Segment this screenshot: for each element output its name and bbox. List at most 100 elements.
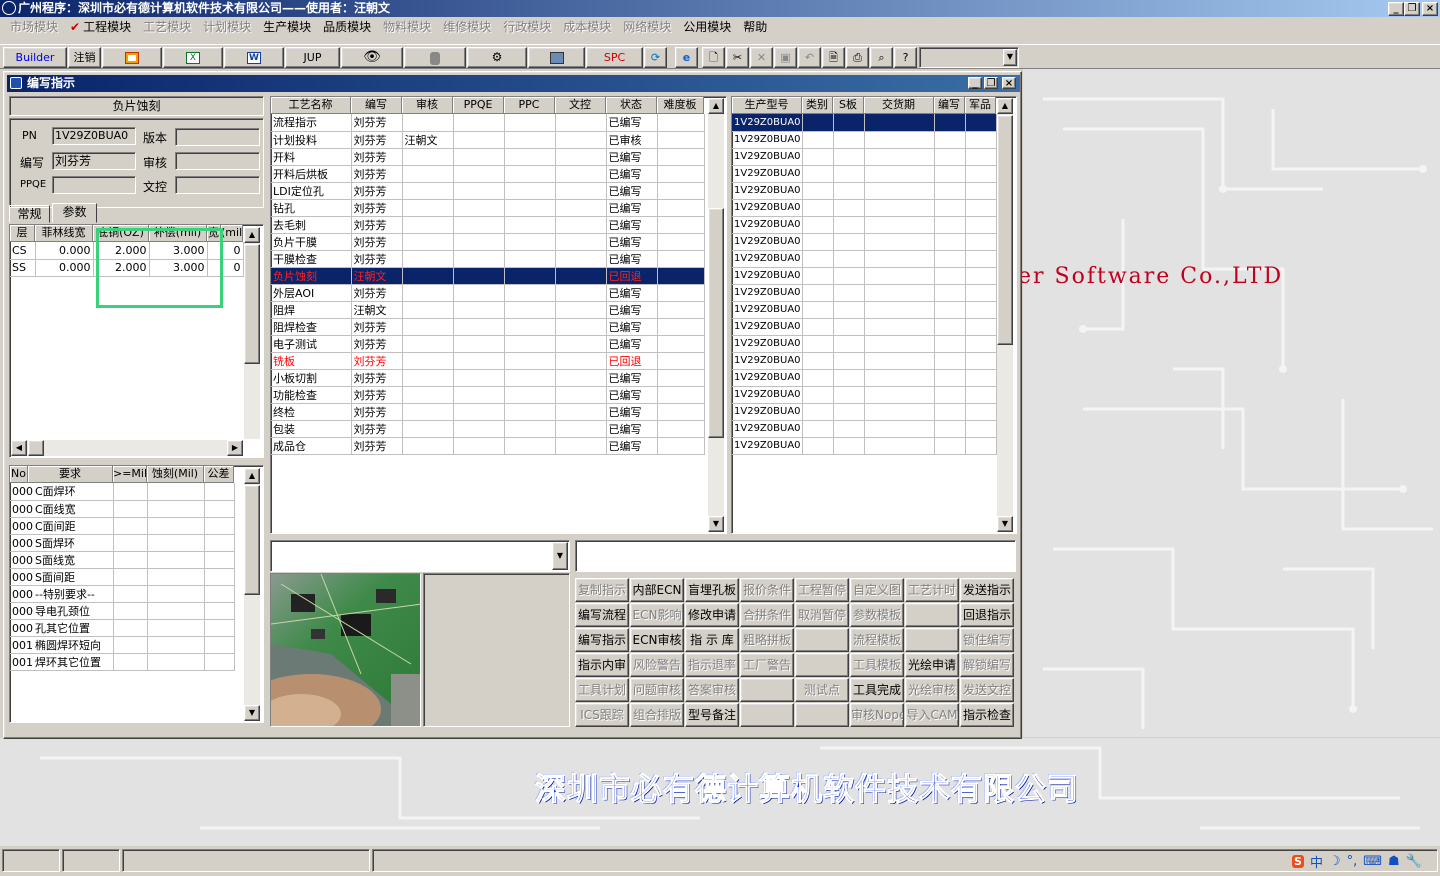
table-cell[interactable] — [555, 403, 607, 421]
table-cell[interactable] — [453, 335, 505, 353]
table-cell[interactable]: 刘芬芳 — [351, 369, 403, 387]
scroll-down-icon[interactable]: ▼ — [997, 516, 1013, 532]
table-cell[interactable]: 刘芬芳 — [351, 284, 403, 302]
table-cell[interactable]: 刘芬芳 — [351, 165, 403, 183]
table-cell[interactable]: 0.000 — [35, 242, 94, 260]
table-cell[interactable]: 外层AOI — [271, 284, 352, 302]
table-cell[interactable] — [864, 335, 935, 353]
process-combo[interactable]: ▼ — [270, 540, 570, 572]
model-vscroll[interactable]: ▲ ▼ — [997, 98, 1013, 532]
table-cell[interactable] — [934, 301, 966, 319]
table-cell[interactable]: 刘芬芳 — [351, 148, 403, 166]
table-cell[interactable]: 1V29Z0BUA0 — [732, 182, 803, 200]
table-cell[interactable] — [402, 318, 454, 336]
table-cell[interactable] — [555, 165, 607, 183]
table-cell[interactable]: 开料后烘板 — [271, 165, 352, 183]
table-cell[interactable] — [965, 318, 997, 336]
column-header[interactable]: 状态 — [606, 97, 657, 114]
table-cell[interactable] — [864, 216, 935, 234]
table-cell[interactable] — [402, 182, 454, 200]
table-row[interactable]: 1V29Z0BUA0 — [732, 369, 997, 387]
table-cell[interactable]: 1V29Z0BUA0 — [732, 352, 803, 370]
action-button[interactable]: 编写流程 — [575, 603, 629, 627]
table-cell[interactable] — [657, 386, 705, 404]
table-cell[interactable] — [965, 131, 997, 149]
action-button[interactable]: 工厂警告 — [740, 653, 794, 677]
table-cell[interactable] — [204, 653, 235, 671]
table-cell[interactable] — [802, 352, 834, 370]
table-cell[interactable]: 已编写 — [606, 301, 658, 319]
table-row[interactable]: 阻焊 汪朝文 已编写 — [271, 301, 705, 319]
table-cell[interactable] — [147, 534, 205, 552]
action-button[interactable] — [905, 603, 959, 627]
table-cell[interactable] — [833, 216, 865, 234]
table-row[interactable]: 去毛刺 刘芬芳 已编写 — [271, 216, 705, 234]
table-cell[interactable] — [934, 420, 966, 438]
table-cell[interactable] — [934, 131, 966, 149]
restore-button[interactable]: ❐ — [1404, 2, 1420, 16]
action-button[interactable]: 问题审核 — [630, 678, 684, 702]
table-cell[interactable] — [402, 165, 454, 183]
table-cell[interactable]: 000 S面焊环 — [10, 534, 114, 552]
table-cell[interactable]: 刘芬芳 — [351, 216, 403, 234]
table-cell[interactable]: 刘芬芳 — [351, 335, 403, 353]
table-cell[interactable] — [204, 619, 235, 637]
table-cell[interactable] — [453, 386, 505, 404]
table-cell[interactable]: 1V29Z0BUA0 — [732, 199, 803, 217]
table-cell[interactable] — [965, 182, 997, 200]
table-cell[interactable] — [802, 165, 834, 183]
action-button[interactable]: 编写指示 — [575, 628, 629, 652]
menu-item-3[interactable]: 计划模块 — [197, 18, 257, 36]
table-cell[interactable] — [657, 437, 705, 455]
table-cell[interactable] — [113, 551, 148, 569]
table-cell[interactable] — [802, 148, 834, 166]
table-cell[interactable] — [833, 318, 865, 336]
action-button[interactable]: 指示退率 — [685, 653, 739, 677]
table-cell[interactable]: 000 C面焊环 — [10, 483, 114, 501]
table-cell[interactable] — [934, 216, 966, 234]
column-header[interactable]: 交货期 — [864, 97, 934, 114]
action-button[interactable]: 内部ECN — [630, 578, 684, 602]
table-cell[interactable]: 负片干膜 — [271, 233, 352, 251]
table-cell[interactable] — [453, 165, 505, 183]
table-cell[interactable] — [402, 369, 454, 387]
action-button[interactable]: 取消暂停 — [795, 603, 849, 627]
table-cell[interactable] — [402, 267, 454, 285]
menu-item-5[interactable]: 品质模块 — [317, 18, 377, 36]
table-row[interactable]: 小板切割 刘芬芳 已编写 — [271, 369, 705, 387]
table-cell[interactable]: 开料 — [271, 148, 352, 166]
table-cell[interactable]: 干膜检查 — [271, 250, 352, 268]
table-row[interactable]: 阻焊检查 刘芬芳 已编写 — [271, 318, 705, 336]
column-header[interactable]: 蚀刻(Mil) — [147, 466, 204, 483]
scroll-down-icon[interactable]: ▼ — [708, 516, 724, 532]
table-cell[interactable] — [934, 352, 966, 370]
table-cell[interactable]: 刘芬芳 — [351, 182, 403, 200]
table-cell[interactable] — [657, 369, 705, 387]
table-cell[interactable] — [864, 165, 935, 183]
scroll-up-icon[interactable]: ▲ — [708, 98, 724, 114]
action-button[interactable]: 锁住编写 — [960, 628, 1014, 652]
column-header[interactable]: S板 — [833, 97, 864, 114]
table-cell[interactable] — [113, 568, 148, 586]
table-cell[interactable]: 0 — [221, 259, 244, 277]
table-cell[interactable]: 已编写 — [606, 148, 658, 166]
table-cell[interactable]: 功能检查 — [271, 386, 352, 404]
table-cell[interactable] — [833, 148, 865, 166]
action-button[interactable]: 指示内审 — [575, 653, 629, 677]
table-cell[interactable]: 刘芬芳 — [351, 386, 403, 404]
column-header[interactable]: 要求 — [28, 466, 113, 483]
table-cell[interactable] — [864, 301, 935, 319]
action-button[interactable]: 光绘申请 — [905, 653, 959, 677]
table-cell[interactable]: 已编写 — [606, 386, 658, 404]
table-cell[interactable]: 1V29Z0BUA0 — [732, 284, 803, 302]
table-cell[interactable] — [864, 250, 935, 268]
column-header[interactable]: 难度板 — [657, 97, 704, 114]
menu-item-8[interactable]: 行政模块 — [497, 18, 557, 36]
find-button[interactable]: ⌕ — [870, 47, 893, 68]
action-button[interactable]: ECN影响 — [630, 603, 684, 627]
action-button[interactable] — [795, 653, 849, 677]
table-cell[interactable] — [657, 335, 705, 353]
table-cell[interactable]: 1V29Z0BUA0 — [732, 369, 803, 387]
table-cell[interactable] — [204, 568, 235, 586]
table-cell[interactable] — [504, 318, 556, 336]
